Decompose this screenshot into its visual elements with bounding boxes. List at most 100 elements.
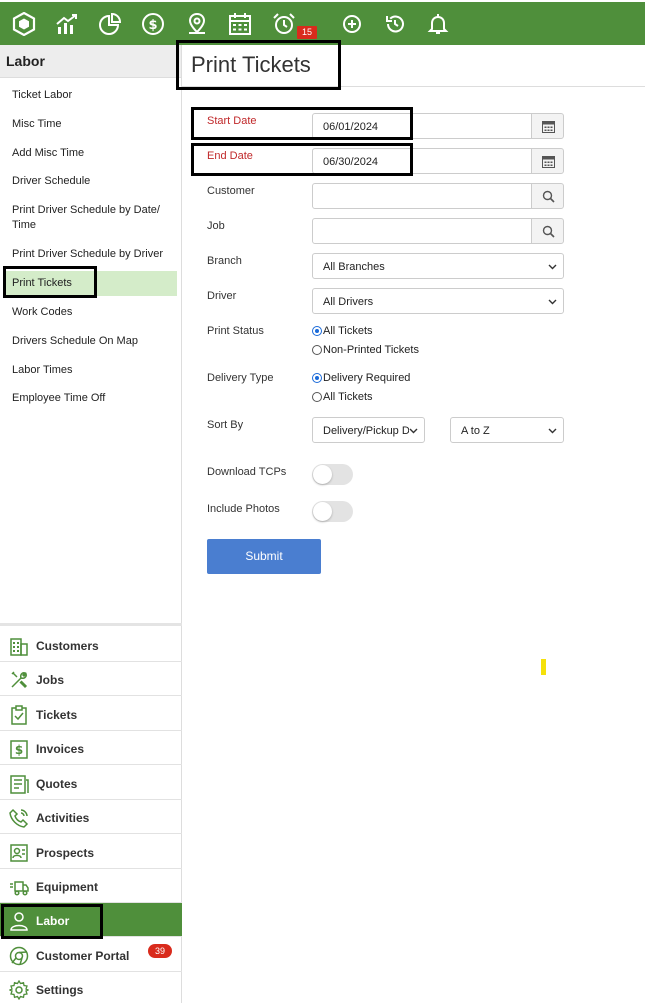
module-label: Tickets — [36, 708, 78, 722]
delivery-all-tickets-radio[interactable]: All Tickets — [312, 391, 373, 403]
invoice-dollar-icon: $ — [9, 739, 29, 759]
radio-label: Delivery Required — [323, 372, 411, 384]
clipboard-check-icon — [9, 705, 29, 725]
chevron-down-icon — [409, 426, 418, 435]
driver-select-value: All Drivers — [323, 296, 374, 308]
top-navigation-bar: $ 15 — [0, 2, 645, 45]
submit-button[interactable]: Submit — [207, 539, 321, 574]
sidebar-divider — [0, 623, 182, 626]
sidebar-link-print-tickets[interactable]: Print Tickets — [12, 276, 172, 291]
module-label: Labor — [36, 914, 70, 928]
radio-selected-indicator — [312, 373, 322, 383]
module-prospects[interactable]: Prospects — [0, 835, 182, 869]
start-date-picker-button[interactable] — [531, 113, 564, 139]
logo-hexagon-icon[interactable] — [12, 12, 36, 36]
cursor-marker — [541, 659, 546, 675]
calendar-icon[interactable] — [228, 12, 252, 36]
module-tickets[interactable]: Tickets — [0, 697, 182, 731]
history-icon[interactable] — [383, 12, 407, 36]
svg-text:$: $ — [148, 18, 157, 33]
sidebar-link-work-codes[interactable]: Work Codes — [12, 305, 172, 320]
pie-chart-icon[interactable] — [98, 12, 122, 36]
chevron-down-icon — [548, 264, 557, 270]
end-date-label: End Date — [207, 150, 253, 162]
module-customers[interactable]: Customers — [0, 628, 182, 662]
sidebar-link-labor-times[interactable]: Labor Times — [12, 363, 172, 378]
module-label: Customer Portal — [36, 949, 130, 963]
module-quotes[interactable]: Quotes — [0, 766, 182, 800]
contact-card-icon — [9, 843, 29, 863]
module-label: Invoices — [36, 742, 85, 756]
person-icon — [9, 911, 29, 931]
include-photos-label: Include Photos — [207, 503, 280, 515]
sidebar-link-employee-time-off[interactable]: Employee Time Off — [12, 391, 172, 406]
sidebar-link-drivers-schedule-map[interactable]: Drivers Schedule On Map — [12, 334, 172, 349]
sidebar-link-print-driver-schedule-date[interactable]: Print Driver Schedule by Date/ Time — [12, 203, 162, 233]
sidebar-link-misc-time[interactable]: Misc Time — [12, 117, 172, 132]
module-activities[interactable]: Activities — [0, 800, 182, 834]
gear-icon — [9, 980, 29, 1000]
title-divider — [182, 86, 645, 87]
download-tcps-toggle[interactable] — [312, 464, 353, 485]
print-status-non-printed-radio[interactable]: Non-Printed Tickets — [312, 344, 419, 356]
end-date-input[interactable]: 06/30/2024 — [312, 148, 532, 174]
radio-label: Non-Printed Tickets — [323, 344, 419, 356]
job-search-button[interactable] — [531, 218, 564, 244]
branch-label: Branch — [207, 255, 242, 267]
print-status-all-tickets-radio[interactable]: All Tickets — [312, 325, 373, 337]
module-label: Activities — [36, 811, 90, 825]
start-date-input[interactable]: 06/01/2024 — [312, 113, 532, 139]
module-equipment[interactable]: Equipment — [0, 869, 182, 903]
plus-circle-icon[interactable] — [340, 12, 364, 36]
portal-count-badge: 39 — [148, 944, 172, 958]
portal-globe-icon — [9, 946, 29, 966]
customer-input[interactable] — [312, 183, 532, 209]
chevron-down-icon — [548, 428, 557, 434]
module-jobs[interactable]: Jobs — [0, 662, 182, 696]
download-tcps-label: Download TCPs — [207, 466, 287, 478]
sort-by-field-value: Delivery/Pickup Da — [323, 425, 416, 437]
module-label: Customers — [36, 639, 99, 653]
sidebar-link-ticket-labor[interactable]: Ticket Labor — [12, 88, 172, 103]
bell-icon[interactable] — [426, 12, 450, 36]
branch-select-value: All Branches — [323, 261, 385, 273]
sort-order-value: A to Z — [461, 425, 490, 437]
sort-order-select[interactable]: A to Z — [450, 417, 564, 443]
svg-text:$: $ — [15, 743, 23, 757]
chevron-down-icon — [548, 299, 557, 305]
radio-selected-indicator — [312, 326, 322, 336]
sidebar-link-add-misc-time[interactable]: Add Misc Time — [12, 146, 172, 161]
sort-by-field-select[interactable]: Delivery/Pickup Da — [312, 417, 425, 443]
module-label: Quotes — [36, 777, 78, 791]
alarm-clock-icon[interactable] — [272, 12, 296, 36]
driver-label: Driver — [207, 290, 237, 302]
delivery-required-radio[interactable]: Delivery Required — [312, 372, 410, 384]
chart-trend-icon[interactable] — [55, 12, 79, 36]
print-status-label: Print Status — [207, 325, 264, 337]
alarm-count-badge: 15 — [297, 26, 317, 39]
module-labor[interactable]: Labor — [0, 903, 182, 937]
quote-document-icon — [9, 774, 29, 794]
radio-indicator — [312, 392, 322, 402]
job-input[interactable] — [312, 218, 532, 244]
include-photos-toggle[interactable] — [312, 501, 353, 522]
dollar-circle-icon[interactable]: $ — [141, 12, 165, 36]
customer-label: Customer — [207, 185, 255, 197]
branch-select[interactable]: All Branches — [312, 253, 564, 279]
module-invoices[interactable]: $ Invoices — [0, 731, 182, 765]
module-label: Equipment — [36, 880, 98, 894]
module-customer-portal[interactable]: Customer Portal 39 — [0, 938, 182, 972]
calendar-icon — [542, 121, 555, 133]
sidebar-link-print-driver-schedule-driver[interactable]: Print Driver Schedule by Driver — [12, 247, 172, 262]
customer-search-button[interactable] — [531, 183, 564, 209]
driver-select[interactable]: All Drivers — [312, 288, 564, 314]
map-pin-icon[interactable] — [185, 12, 209, 36]
end-date-picker-button[interactable] — [531, 148, 564, 174]
tools-icon — [9, 670, 29, 690]
module-label: Prospects — [36, 846, 95, 860]
phone-icon — [9, 808, 29, 828]
search-icon — [542, 225, 555, 238]
sidebar-link-driver-schedule[interactable]: Driver Schedule — [12, 174, 172, 189]
delivery-type-label: Delivery Type — [207, 372, 274, 384]
module-settings[interactable]: Settings — [0, 972, 182, 1003]
